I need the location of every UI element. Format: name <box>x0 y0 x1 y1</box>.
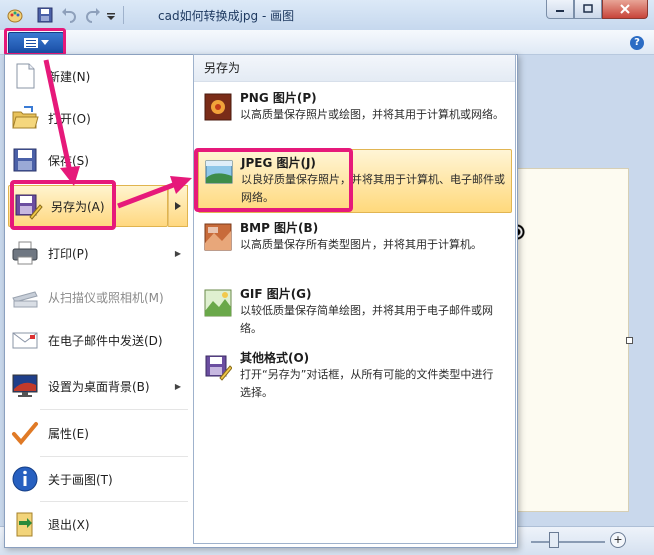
annotation-arrows <box>43 59 192 209</box>
